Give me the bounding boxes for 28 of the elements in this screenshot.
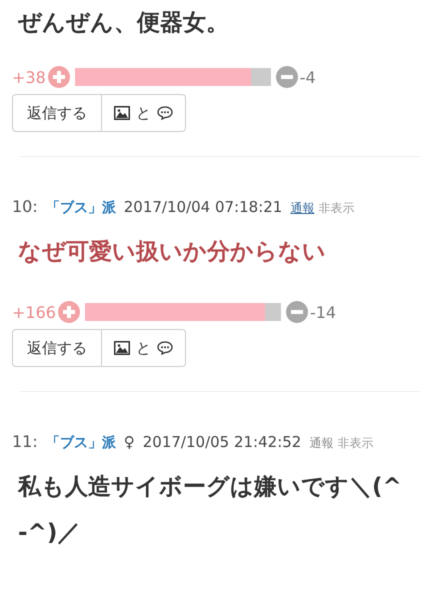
post-number: 10:: [12, 197, 38, 216]
plus-button[interactable]: [48, 66, 70, 88]
image-icon: [114, 341, 130, 355]
author-name[interactable]: 「ブス」派: [46, 434, 116, 452]
minus-count: -14: [310, 302, 336, 322]
image-comment-button[interactable]: と: [102, 329, 186, 367]
plus-count: +166: [12, 302, 56, 322]
minus-button[interactable]: [276, 66, 298, 88]
image-comment-button[interactable]: と: [102, 94, 186, 132]
minus-button[interactable]: [286, 301, 308, 323]
report-link[interactable]: 通報: [309, 435, 334, 452]
speech-bubble-icon: [157, 106, 173, 120]
post-date: 2017/10/05 21:42:52: [142, 433, 302, 451]
image-icon: [114, 106, 130, 120]
post-body: 私も人造サイボーグは嫌いです＼(^-^)／: [16, 473, 403, 548]
plus-button[interactable]: [58, 301, 80, 323]
author-name[interactable]: 「ブス」派: [46, 199, 116, 217]
post-number: 11:: [12, 432, 38, 451]
report-link[interactable]: 通報: [290, 200, 314, 217]
post-body: ぜんぜん、便器女。: [17, 9, 230, 38]
plus-count: +38: [12, 68, 46, 86]
speech-bubble-icon: [157, 341, 173, 355]
minus-count: -4: [300, 68, 316, 86]
reply-button[interactable]: 返信する: [12, 329, 102, 367]
reply-button[interactable]: 返信する: [12, 94, 102, 132]
post-date: 2017/10/04 07:18:21: [124, 198, 282, 216]
gender-symbol: ♀: [124, 433, 135, 451]
post-body: なぜ可愛い扱いか分からない: [17, 238, 327, 267]
